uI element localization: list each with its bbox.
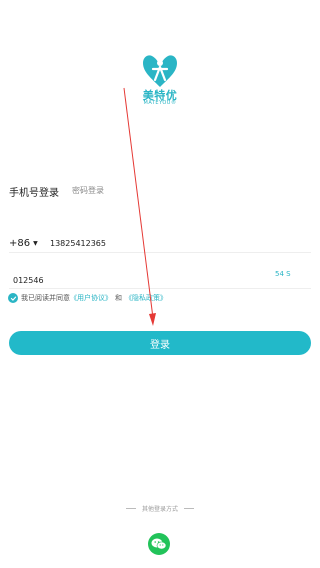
agreement-prefix: 我已阅读并同意 xyxy=(21,294,70,302)
country-code-label: +86 xyxy=(9,238,31,249)
app-logo: 美特优 MATEYOU® xyxy=(136,54,184,108)
login-button[interactable]: 登录 xyxy=(9,331,311,355)
user-agreement-link[interactable]: 《用户协议》 xyxy=(70,293,112,303)
wechat-icon xyxy=(151,538,167,550)
caret-down-icon: ▼ xyxy=(33,240,38,247)
divider xyxy=(9,252,311,253)
privacy-policy-link[interactable]: 《隐私政策》 xyxy=(125,293,167,303)
logo-mark-icon xyxy=(143,55,177,87)
divider xyxy=(9,288,311,289)
brand-name-en: MATEYOU® xyxy=(143,100,177,106)
country-code-select[interactable]: +86 ▼ xyxy=(9,238,38,249)
other-login-label: 其他登录方式 xyxy=(141,506,178,513)
phone-input[interactable] xyxy=(50,236,290,250)
tab-phone-login[interactable]: 手机号登录 xyxy=(9,184,59,199)
agreement-checkbox[interactable] xyxy=(8,293,18,303)
tab-password-login[interactable]: 密码登录 xyxy=(72,185,104,196)
wechat-login-button[interactable] xyxy=(148,533,170,555)
verification-code-input[interactable] xyxy=(13,274,213,286)
checkmark-icon xyxy=(10,296,16,301)
other-login-section: 其他登录方式 xyxy=(0,504,320,513)
divider xyxy=(125,508,136,509)
code-countdown[interactable]: 54 S xyxy=(275,270,291,278)
agreement-and: 和 xyxy=(115,294,122,302)
agreement-row: 我已阅读并同意 《用户协议》 和 《隐私政策》 xyxy=(8,293,167,303)
divider xyxy=(184,508,194,509)
